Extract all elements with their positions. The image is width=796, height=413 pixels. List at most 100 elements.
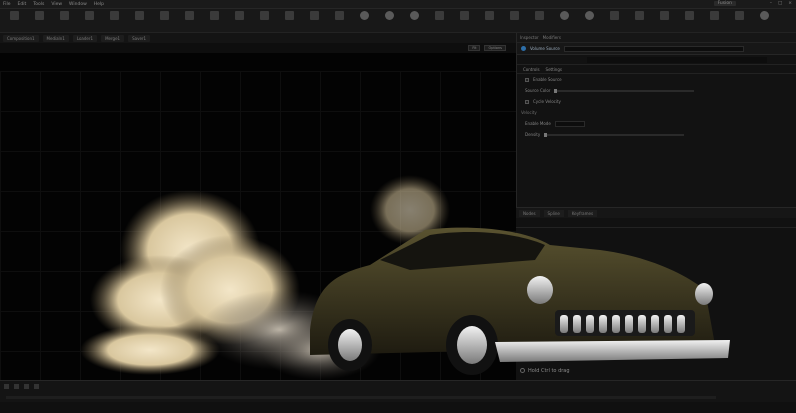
tool-7[interactable] (153, 11, 175, 30)
row-source-color[interactable]: Source Color (517, 85, 796, 96)
tab-composition[interactable]: Composition1 (3, 34, 39, 42)
source-color-label: Source Color (525, 88, 551, 93)
minimize-icon[interactable]: – (770, 1, 772, 6)
menu-edit[interactable]: Edit (18, 2, 27, 7)
tab-loader[interactable]: Loader1 (72, 34, 98, 42)
node-title: Volume Source (530, 46, 560, 51)
tool-21[interactable] (503, 11, 525, 30)
enable-mode-label: Enable Mode (525, 121, 551, 126)
tab-spline[interactable]: Spline (543, 209, 564, 217)
viewer[interactable]: Fit Options (0, 43, 516, 380)
row-enable-source[interactable]: Enable Source (517, 74, 796, 85)
tool-icon (34, 11, 44, 20)
tool-17[interactable] (403, 11, 425, 30)
toolbar (0, 9, 796, 33)
node-graph-panel[interactable]: Nodes Spline Keyframes (516, 207, 796, 380)
tool-30[interactable] (728, 11, 750, 30)
timeline-scrubber[interactable] (6, 396, 716, 399)
tool-icon (209, 11, 219, 20)
tool-icon (459, 11, 469, 20)
tab-saver[interactable]: Saver1 (128, 34, 151, 42)
cycle-velocity-label: Cycle Velocity (533, 99, 561, 104)
tool-25[interactable] (603, 11, 625, 30)
stop-icon[interactable] (24, 384, 29, 389)
tool-24[interactable] (578, 11, 600, 30)
play-icon[interactable] (14, 384, 19, 389)
tool-10[interactable] (228, 11, 250, 30)
menu-tools[interactable]: Tools (33, 2, 44, 7)
node-name-field[interactable] (563, 45, 744, 52)
viewer-fit-button[interactable]: Fit (468, 45, 481, 51)
tool-icon (134, 11, 144, 20)
enable-mode-dropdown[interactable] (554, 120, 585, 127)
tool-31[interactable] (753, 11, 775, 30)
tab-nodes[interactable]: Nodes (519, 209, 540, 217)
tab-mediain[interactable]: MediaIn1 (42, 34, 69, 42)
tool-3[interactable] (53, 11, 75, 30)
menu-file[interactable]: File (3, 2, 11, 7)
tool-14[interactable] (328, 11, 350, 30)
density-label: Density (525, 132, 541, 137)
tab-merge[interactable]: Merge1 (101, 34, 125, 42)
tool-23[interactable] (553, 11, 575, 30)
menu-view[interactable]: View (51, 2, 62, 7)
tool-12[interactable] (278, 11, 300, 30)
tool-19[interactable] (453, 11, 475, 30)
transport-controls (0, 381, 796, 392)
tool-1[interactable] (3, 11, 25, 30)
tab-settings[interactable]: Settings (546, 67, 562, 72)
tool-icon (84, 11, 94, 20)
tool-5[interactable] (103, 11, 125, 30)
tool-11[interactable] (253, 11, 275, 30)
close-icon[interactable]: × (788, 1, 792, 6)
enable-source-checkbox[interactable] (525, 77, 529, 82)
menu-help[interactable]: Help (94, 2, 104, 7)
tool-29[interactable] (703, 11, 725, 30)
row-cycle-velocity[interactable]: Cycle Velocity (517, 96, 796, 107)
sphere-icon (409, 11, 419, 20)
tool-18[interactable] (428, 11, 450, 30)
tool-27[interactable] (653, 11, 675, 30)
viewer-options-button[interactable]: Options (484, 45, 506, 51)
tool-26[interactable] (628, 11, 650, 30)
tool-4[interactable] (78, 11, 100, 30)
enable-source-label: Enable Source (533, 77, 562, 82)
inspector-subheader (517, 55, 796, 65)
status-bar (0, 402, 796, 413)
tab-modifiers[interactable]: Modifiers (543, 35, 561, 40)
tool-13[interactable] (303, 11, 325, 30)
row-enable-mode[interactable]: Enable Mode (517, 118, 796, 129)
tab-controls[interactable]: Controls (523, 67, 540, 72)
tool-28[interactable] (678, 11, 700, 30)
graph-tabs: Nodes Spline Keyframes (516, 208, 796, 218)
transport-bar (0, 380, 796, 402)
tool-icon (59, 11, 69, 20)
forward-icon[interactable] (34, 384, 39, 389)
density-slider[interactable] (544, 132, 685, 137)
tab-inspector[interactable]: Inspector (520, 35, 539, 40)
tool-6[interactable] (128, 11, 150, 30)
cycle-velocity-checkbox[interactable] (525, 99, 529, 104)
tool-icon (709, 11, 719, 20)
tool-9[interactable] (203, 11, 225, 30)
tool-icon (309, 11, 319, 20)
tool-icon (684, 11, 694, 20)
tool-15[interactable] (353, 11, 375, 30)
subheader-field[interactable] (586, 56, 767, 63)
rewind-icon[interactable] (4, 384, 9, 389)
maximize-icon[interactable]: □ (778, 1, 782, 6)
tool-20[interactable] (478, 11, 500, 30)
tool-icon (234, 11, 244, 20)
menu-window[interactable]: Window (69, 2, 87, 7)
tab-keyframes[interactable]: Keyframes (567, 209, 598, 217)
tool-22[interactable] (528, 11, 550, 30)
tool-2[interactable] (28, 11, 50, 30)
workspace-tab-fusion[interactable]: Fusion (713, 1, 736, 6)
tool-icon (259, 11, 269, 20)
source-color-slider[interactable] (554, 88, 695, 93)
sphere-icon (384, 11, 394, 20)
row-density[interactable]: Density (517, 129, 796, 140)
node-header: Volume Source (517, 43, 796, 55)
tool-8[interactable] (178, 11, 200, 30)
tool-16[interactable] (378, 11, 400, 30)
